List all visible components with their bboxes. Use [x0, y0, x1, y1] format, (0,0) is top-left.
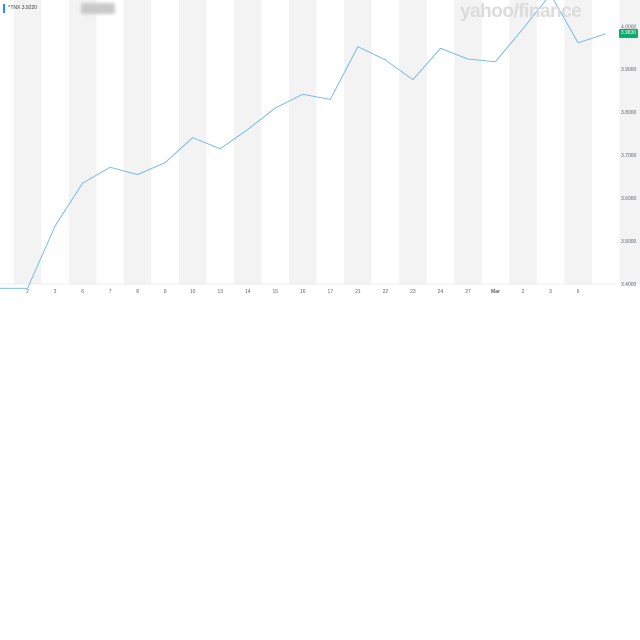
- blurred-region: [81, 3, 115, 14]
- column-band: [344, 0, 372, 284]
- x-tick-label: 3: [549, 289, 552, 295]
- x-tick-label: 2: [522, 289, 525, 295]
- y-tick-label: 3.4000: [621, 282, 637, 288]
- column-band: [233, 0, 262, 284]
- column-band: [289, 0, 317, 284]
- x-tick-label: 3: [54, 289, 57, 295]
- x-tick-label: 17: [328, 289, 334, 295]
- y-tick-label: 3.5000: [621, 239, 637, 245]
- x-tick-label: 23: [410, 289, 416, 295]
- legend: ^TNX 3.9220: [3, 4, 37, 13]
- y-tick-label: 3.7000: [621, 153, 637, 159]
- x-tick-label: 15: [272, 289, 278, 295]
- x-tick-label: 16: [300, 289, 306, 295]
- x-tick-labels: 2 3 6 7 8 9 10 13 14 15 16 17 21 22 23 24 27 Mar 2 3 6: [26, 289, 580, 295]
- legend-value: 3.9220: [21, 5, 38, 11]
- y-tick-label: 3.8000: [621, 110, 637, 116]
- y-tick-label: 3.6000: [621, 196, 637, 202]
- x-tick-label: Mar: [491, 289, 500, 295]
- x-tick-label: 14: [245, 289, 251, 295]
- current-price-tag: 3.9830: [619, 29, 638, 39]
- x-tick-label: 13: [217, 289, 223, 295]
- x-tick-label: 2: [26, 289, 29, 295]
- x-tick-label: 9: [164, 289, 167, 295]
- x-tick-label: 6: [81, 289, 84, 295]
- legend-symbol: ^TNX: [8, 5, 21, 11]
- x-tick-label: 27: [465, 289, 471, 295]
- column-bands: [13, 0, 640, 284]
- x-tick-label: 8: [136, 289, 139, 295]
- yahoo-finance-logo: yahoo/finance: [460, 1, 582, 22]
- x-tick-label: 6: [577, 289, 580, 295]
- y-tick-label: 3.9000: [621, 67, 637, 73]
- column-band: [399, 0, 427, 284]
- column-band: [13, 0, 42, 284]
- price-chart: 2 3 6 7 8 9 10 13 14 15 16 17 21 22 23 24 27 Mar 2 3 6 4.000…: [0, 0, 640, 295]
- x-tick-label: 10: [190, 289, 196, 295]
- column-band: [123, 0, 152, 284]
- x-tick-label: 7: [109, 289, 112, 295]
- x-tick-label: 24: [438, 289, 444, 295]
- x-tick-label: 21: [355, 289, 361, 295]
- x-tick-label: 22: [383, 289, 389, 295]
- column-band: [509, 0, 537, 284]
- column-band: [454, 0, 482, 284]
- column-band: [68, 0, 97, 284]
